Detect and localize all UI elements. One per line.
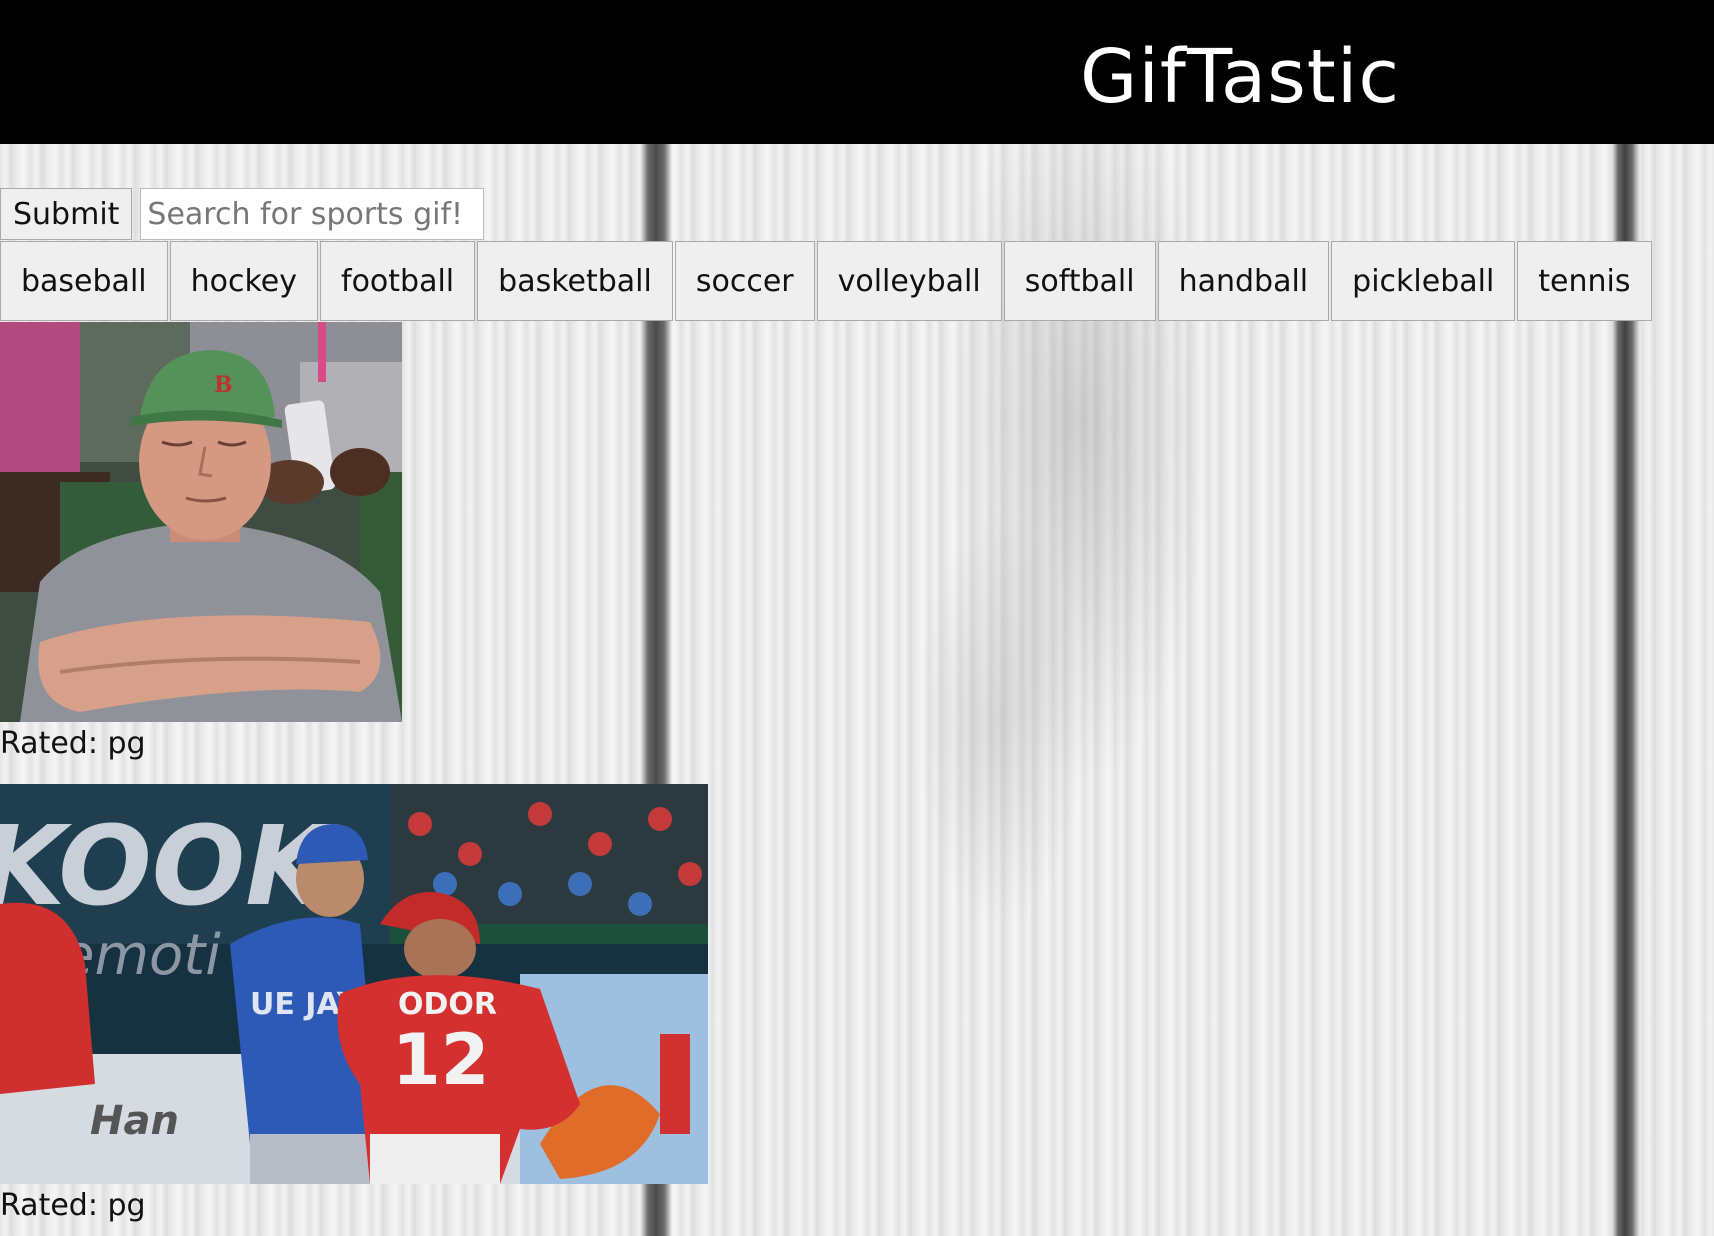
svg-text:B: B [214,372,233,398]
gif-image[interactable]: B [0,322,402,722]
submit-button[interactable]: Submit [0,188,133,240]
sport-button-soccer[interactable]: soccer [674,241,815,321]
sport-button-handball[interactable]: handball [1157,241,1330,321]
search-form: Submit [0,188,485,240]
sport-button-volleyball[interactable]: volleyball [816,241,1002,321]
gif-item: KOOK emoti Han UE JAYS ODOR 12 Rated: pg [0,784,708,1223]
gif-rating: Rated: pg [0,726,146,761]
sport-button-basketball[interactable]: basketball [477,241,673,321]
svg-text:ODOR: ODOR [398,987,497,1022]
gif-image[interactable]: KOOK emoti Han UE JAYS ODOR 12 [0,784,708,1184]
header: GifTastic [0,0,1714,144]
page-title: GifTastic [1080,34,1401,120]
sport-button-tennis[interactable]: tennis [1517,241,1652,321]
sport-button-pickleball[interactable]: pickleball [1331,241,1516,321]
sport-button-softball[interactable]: softball [1003,241,1156,321]
svg-text:12: 12 [392,1019,489,1101]
gif-item: B Rated: pg [0,322,402,761]
sport-buttons: baseball hockey football basketball socc… [0,241,1654,321]
gif-rating: Rated: pg [0,1188,146,1223]
sport-button-baseball[interactable]: baseball [0,241,168,321]
sport-button-hockey[interactable]: hockey [169,241,319,321]
search-input[interactable] [140,188,485,240]
svg-text:Han: Han [90,1098,179,1144]
sport-button-football[interactable]: football [320,241,476,321]
